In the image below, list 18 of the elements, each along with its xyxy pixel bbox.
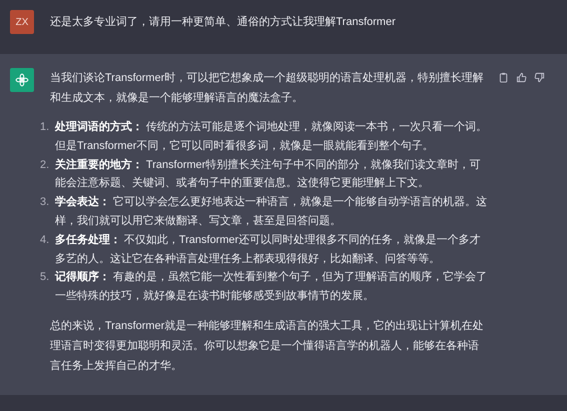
user-avatar: ZX (10, 10, 34, 34)
thumbs-down-icon[interactable] (534, 72, 545, 83)
flower-logo-icon (15, 73, 29, 87)
list-number: 2. (40, 158, 50, 173)
list-item-text: 处理词语的方式： 传统的方法可能是逐个词地处理，就像阅读一本书，一次只看一个词。但是Transformer不同，它可以同时看很多词，就像是一眼就能看到整个句子。 (55, 120, 488, 154)
user-message: 还是太多专业词了，请用一种更简单、通俗的方式让我理解Transformer (50, 14, 396, 30)
list-number: 5. (40, 270, 50, 286)
list-number: 1. (40, 120, 50, 135)
list-number: 3. (40, 195, 50, 210)
list-item-text: 多任务处理： 不仅如此，Transformer还可以同时处理很多不同的任务，就像是一个多才多艺的人。这让它在各种语言处理任务上都表现得很好，比如翻译、问答等等。 (55, 232, 482, 267)
clipboard-icon[interactable] (498, 72, 509, 83)
response-paragraph: 总的来说，Transformer就是一种能够理解和生成语言的强大工具，它的出现让计算机在处理语言时变得更加聪明和灵活。你可以想象它是一个懂得语言学的机器人，能够在各种语言任务上发挥自己的才华。 (50, 318, 484, 374)
list-item-text: 记得顺序： 有趣的是，虽然它能一次性看到整个句子，但为了理解语言的顺序，它学会了一些特殊的技巧，就好像是在读书时能够感受到故事情节的发展。 (55, 270, 488, 304)
list-item-text: 关注重要的地方： Transformer特别擅长关注句子中不同的部分，就像我们读文章时，可能会注意标题、关键词、或者句子中的重要信息。这使得它更能理解上下文。 (55, 158, 482, 192)
thumbs-up-icon[interactable] (516, 72, 527, 83)
list-number: 4. (40, 232, 50, 248)
list-item-text: 学会表达： 它可以学会怎么更好地表达一种语言，就像是一个能够自动学语言的机器。这样，我们就可以用它来做翻译、写文章，甚至是回答问题。 (55, 194, 488, 229)
response-paragraph: 当我们谈论Transformer时，可以把它想象成一个超级聪明的语言处理机器，特别擅长理解和生成文本，就像是一个能够理解语言的魔法盒子。 (50, 70, 484, 106)
